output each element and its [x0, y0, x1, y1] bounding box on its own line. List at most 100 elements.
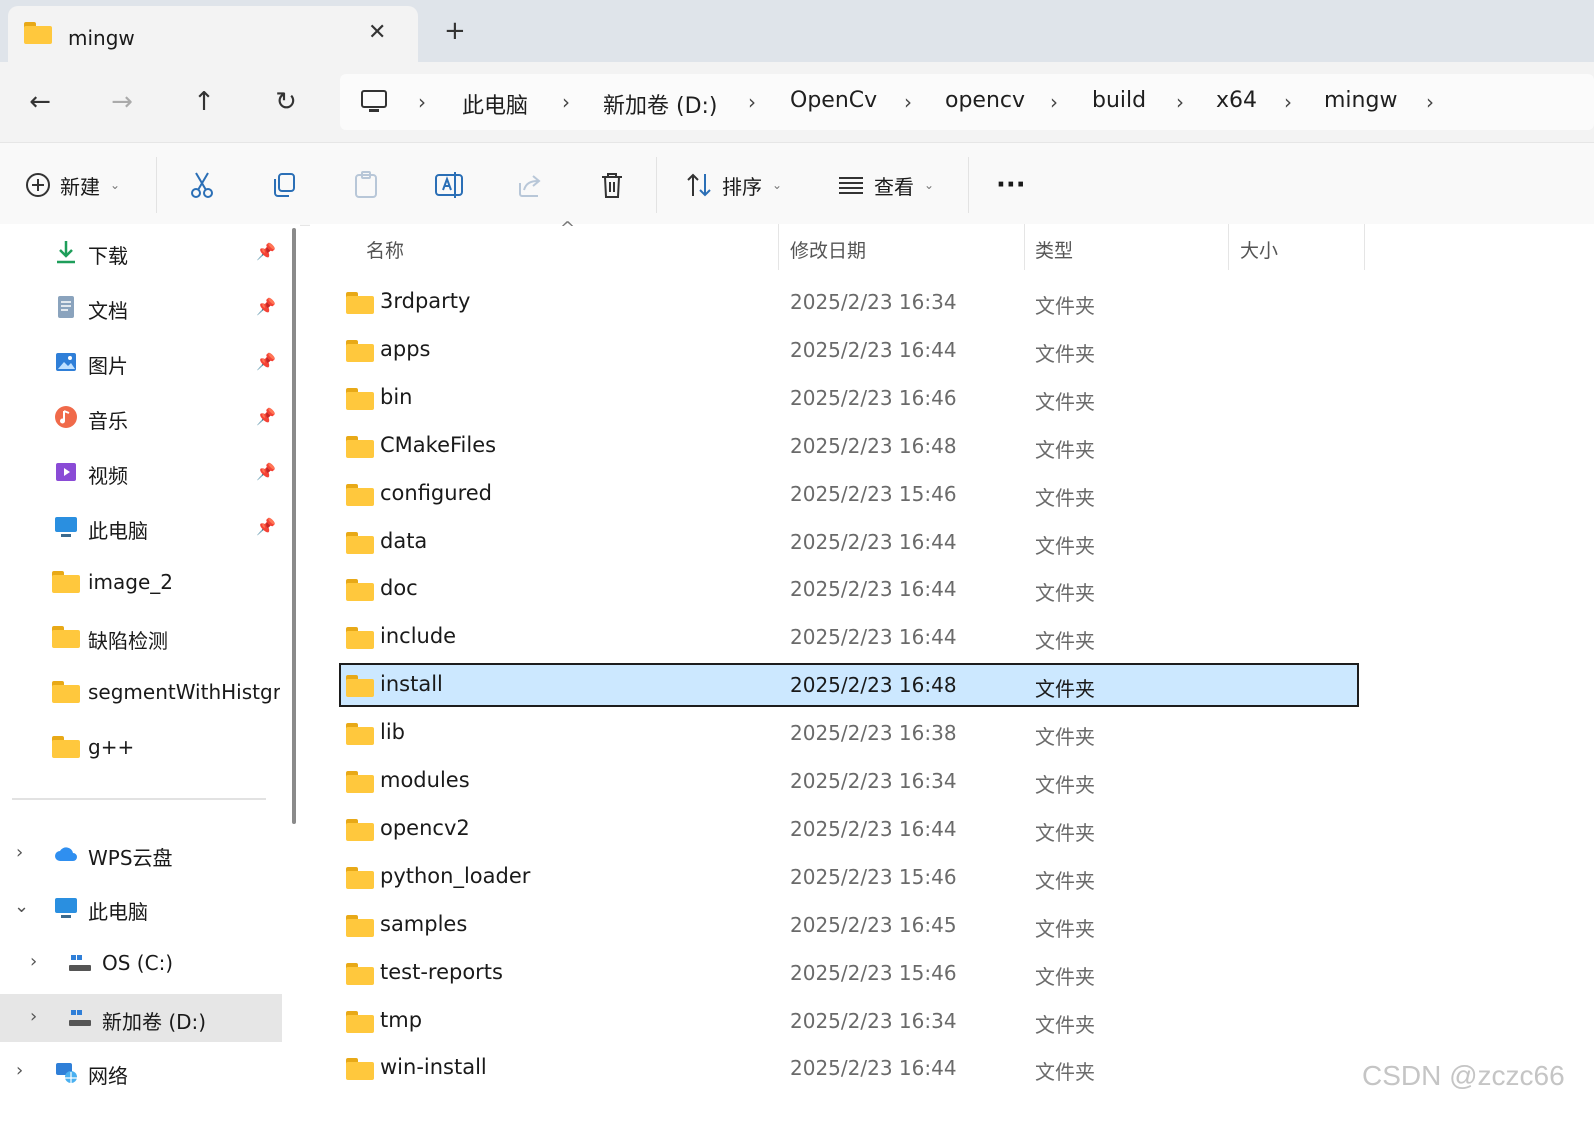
address-bar[interactable]: › 此电脑 › 新加卷 (D:) › OpenCv › opencv › bui…: [340, 74, 1594, 130]
sidebar-scrollbar[interactable]: [292, 228, 296, 824]
column-header-name[interactable]: 名称: [366, 236, 404, 263]
column-header-date[interactable]: 修改日期: [790, 236, 866, 263]
back-button[interactable]: ←: [20, 82, 60, 122]
paste-button[interactable]: [352, 165, 380, 205]
sidebar-item[interactable]: 音乐 📌: [0, 393, 282, 441]
breadcrumb-drive-d[interactable]: 新加卷 (D:): [603, 88, 718, 120]
file-row[interactable]: tmp 2025/2/23 16:34 文件夹: [340, 1000, 1358, 1042]
sidebar-item[interactable]: 图片 📌: [0, 338, 282, 386]
sidebar-item[interactable]: g++: [0, 723, 282, 771]
breadcrumb-x64[interactable]: x64: [1216, 88, 1257, 113]
sidebar-item[interactable]: segmentWithHistgr: [0, 668, 282, 716]
forward-button[interactable]: →: [102, 82, 142, 122]
sort-button[interactable]: 排序 ⌄: [684, 165, 782, 205]
file-row[interactable]: test-reports 2025/2/23 15:46 文件夹: [340, 952, 1358, 994]
chevron-right-icon: ›: [562, 90, 570, 114]
pin-icon[interactable]: 📌: [256, 242, 276, 261]
file-type: 文件夹: [1035, 485, 1095, 510]
sidebar-item-label: 图片: [88, 354, 128, 378]
file-row[interactable]: samples 2025/2/23 16:45 文件夹: [340, 904, 1358, 946]
add-circle-icon: [26, 173, 50, 197]
sidebar-item[interactable]: 下载 📌: [0, 228, 282, 276]
copy-icon: [274, 173, 295, 197]
sidebar-item-label: segmentWithHistgr: [88, 680, 280, 704]
copy-button[interactable]: [270, 165, 298, 205]
sidebar-tree-item[interactable]: › 网络: [0, 1048, 282, 1096]
column-divider[interactable]: [1364, 224, 1365, 270]
cut-button[interactable]: [188, 165, 216, 205]
pin-icon[interactable]: 📌: [256, 407, 276, 426]
up-button[interactable]: ↑: [184, 82, 224, 122]
column-divider[interactable]: [778, 224, 779, 270]
file-row[interactable]: include 2025/2/23 16:44 文件夹: [340, 616, 1358, 658]
sidebar-tree-item[interactable]: › 新加卷 (D:): [0, 994, 282, 1042]
chevron-right-icon[interactable]: ›: [16, 842, 23, 863]
file-row[interactable]: modules 2025/2/23 16:34 文件夹: [340, 760, 1358, 802]
chevron-right-icon: ›: [748, 90, 756, 114]
computer-icon: [52, 894, 80, 926]
file-row[interactable]: bin 2025/2/23 16:46 文件夹: [340, 377, 1358, 419]
file-row[interactable]: doc 2025/2/23 16:44 文件夹: [340, 568, 1358, 610]
file-row[interactable]: data 2025/2/23 16:44 文件夹: [340, 521, 1358, 563]
file-name: modules: [380, 768, 470, 792]
tab-mingw[interactable]: mingw ✕: [8, 6, 418, 62]
sidebar-item[interactable]: 缺陷检测: [0, 613, 282, 661]
rename-icon: [435, 172, 463, 198]
share-button[interactable]: [516, 165, 544, 205]
sidebar-tree-item[interactable]: › OS (C:): [0, 939, 282, 987]
close-tab-button[interactable]: ✕: [368, 20, 386, 45]
chevron-right-icon[interactable]: ›: [30, 951, 37, 972]
column-header-size[interactable]: 大小: [1240, 236, 1278, 263]
breadcrumb-opencv-root[interactable]: OpenCv: [790, 88, 877, 113]
sidebar-item[interactable]: 视频 📌: [0, 448, 282, 496]
chevron-down-icon[interactable]: ⌄: [14, 896, 29, 917]
file-name: 3rdparty: [380, 289, 471, 313]
column-divider[interactable]: [1228, 224, 1229, 270]
pin-icon[interactable]: 📌: [256, 352, 276, 371]
chevron-right-icon[interactable]: ›: [16, 1060, 23, 1081]
new-tab-button[interactable]: +: [444, 16, 466, 46]
pictures-icon: [52, 348, 80, 380]
sidebar-tree-item[interactable]: ⌄ 此电脑: [0, 884, 282, 932]
share-icon: [519, 175, 541, 197]
watermark: CSDN @zczc66: [1362, 1060, 1565, 1091]
column-header-type[interactable]: 类型: [1035, 236, 1073, 263]
computer-icon: [361, 90, 387, 112]
refresh-button[interactable]: ↻: [266, 82, 306, 122]
chevron-right-icon: ›: [904, 90, 912, 114]
column-divider[interactable]: [1024, 224, 1025, 270]
more-options-button[interactable]: ···: [996, 165, 1026, 205]
breadcrumb-mingw[interactable]: mingw: [1324, 88, 1397, 113]
sidebar-item[interactable]: image_2: [0, 558, 282, 606]
file-row[interactable]: win-install 2025/2/23 16:44 文件夹: [340, 1047, 1358, 1089]
breadcrumb-this-pc[interactable]: 此电脑: [462, 88, 528, 120]
breadcrumb-build[interactable]: build: [1092, 88, 1146, 113]
file-modified-date: 2025/2/23 16:44: [790, 577, 957, 602]
file-row[interactable]: opencv2 2025/2/23 16:44 文件夹: [340, 808, 1358, 850]
file-row[interactable]: python_loader 2025/2/23 15:46 文件夹: [340, 856, 1358, 898]
file-name: data: [380, 528, 428, 553]
folder-icon: [24, 22, 52, 44]
pin-icon[interactable]: 📌: [256, 517, 276, 536]
breadcrumb-opencv[interactable]: opencv: [945, 88, 1025, 113]
pin-icon[interactable]: 📌: [256, 297, 276, 316]
file-row[interactable]: CMakeFiles 2025/2/23 16:48 文件夹: [340, 425, 1358, 467]
new-button[interactable]: 新建 ⌄: [24, 165, 120, 205]
file-modified-date: 2025/2/23 15:46: [790, 864, 957, 889]
view-button[interactable]: 查看 ⌄: [836, 165, 934, 205]
rename-button[interactable]: [434, 165, 464, 205]
chevron-right-icon[interactable]: ›: [1426, 90, 1434, 114]
pin-icon[interactable]: 📌: [256, 462, 276, 481]
file-row[interactable]: 3rdparty 2025/2/23 16:34 文件夹: [340, 281, 1358, 323]
file-row[interactable]: configured 2025/2/23 15:46 文件夹: [340, 473, 1358, 515]
chevron-right-icon[interactable]: ›: [30, 1006, 37, 1027]
file-row[interactable]: apps 2025/2/23 16:44 文件夹: [340, 329, 1358, 371]
file-row[interactable]: install 2025/2/23 16:48 文件夹: [339, 663, 1359, 708]
sidebar-item[interactable]: 此电脑 📌: [0, 503, 282, 551]
trash-icon: [602, 173, 622, 198]
file-name: install: [380, 672, 443, 697]
sidebar-tree-item[interactable]: › WPS云盘: [0, 830, 282, 878]
file-row[interactable]: lib 2025/2/23 16:38 文件夹: [340, 712, 1358, 754]
sidebar-item[interactable]: 文档 📌: [0, 283, 282, 331]
delete-button[interactable]: [598, 165, 626, 205]
